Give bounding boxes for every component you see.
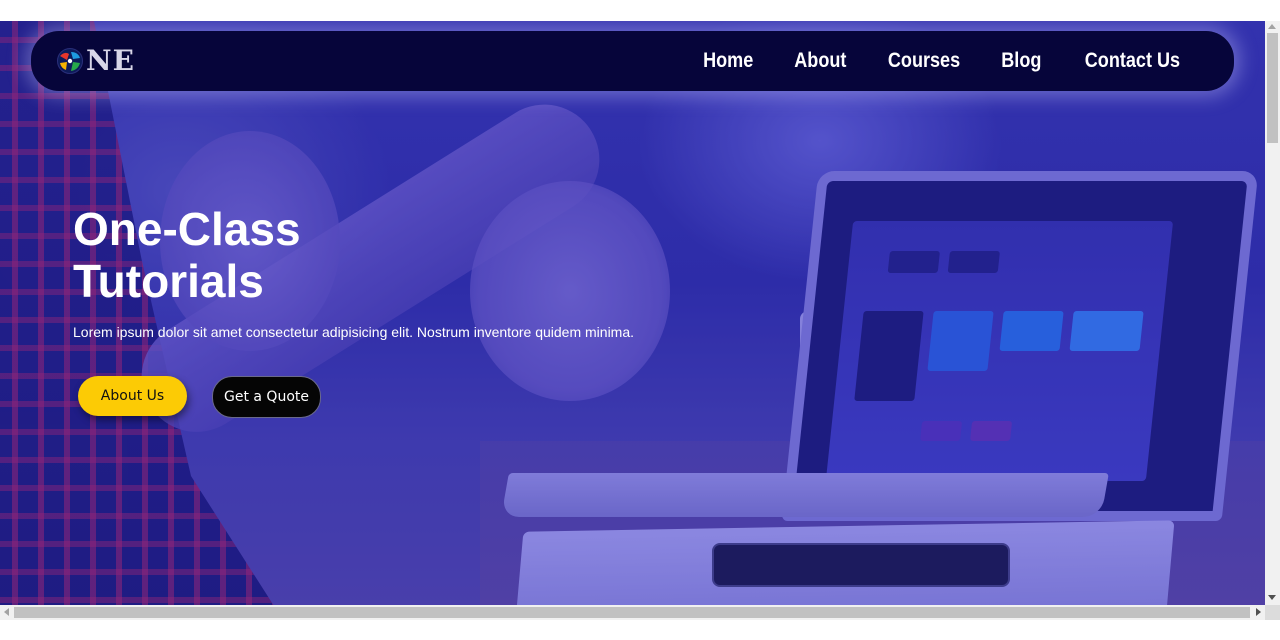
nav-link-contact-us[interactable]: Contact Us xyxy=(1085,49,1180,73)
nav-link-blog[interactable]: Blog xyxy=(1002,49,1042,73)
hero-title-line-2: Tutorials xyxy=(73,255,264,307)
hero-title-line-1: One-Class xyxy=(73,203,301,255)
horizontal-scrollbar-thumb[interactable] xyxy=(14,607,1250,618)
nav-link-courses[interactable]: Courses xyxy=(888,49,960,73)
nav-link-about[interactable]: About xyxy=(794,49,846,73)
scroll-down-arrow-icon[interactable] xyxy=(1268,595,1276,600)
globe-people-icon xyxy=(57,48,83,74)
scroll-left-arrow-icon[interactable] xyxy=(4,608,9,616)
scrollbar-corner xyxy=(1265,605,1280,620)
brand-logo-text: NE xyxy=(86,44,135,77)
navbar: NE Home About Courses Blog Contact Us xyxy=(31,31,1234,91)
get-a-quote-button[interactable]: Get a Quote xyxy=(212,376,321,418)
nav-links: Home About Courses Blog Contact Us xyxy=(699,49,1188,73)
about-us-button[interactable]: About Us xyxy=(78,376,187,416)
hero-section: One-Class Tutorials Lorem ipsum dolor si… xyxy=(73,203,773,418)
scroll-up-arrow-icon[interactable] xyxy=(1268,24,1276,29)
nav-link-home[interactable]: Home xyxy=(704,49,754,73)
brand-logo[interactable]: NE xyxy=(56,47,135,75)
vertical-scrollbar[interactable] xyxy=(1265,21,1280,605)
hero-subtitle: Lorem ipsum dolor sit amet consectetur a… xyxy=(73,324,635,340)
hero-buttons: About Us Get a Quote xyxy=(78,376,773,418)
vertical-scrollbar-thumb[interactable] xyxy=(1267,33,1278,143)
scroll-right-arrow-icon[interactable] xyxy=(1256,608,1261,616)
horizontal-scrollbar[interactable] xyxy=(0,605,1265,620)
page-viewport: NE Home About Courses Blog Contact Us On… xyxy=(0,21,1265,605)
hero-title: One-Class Tutorials xyxy=(73,203,773,307)
